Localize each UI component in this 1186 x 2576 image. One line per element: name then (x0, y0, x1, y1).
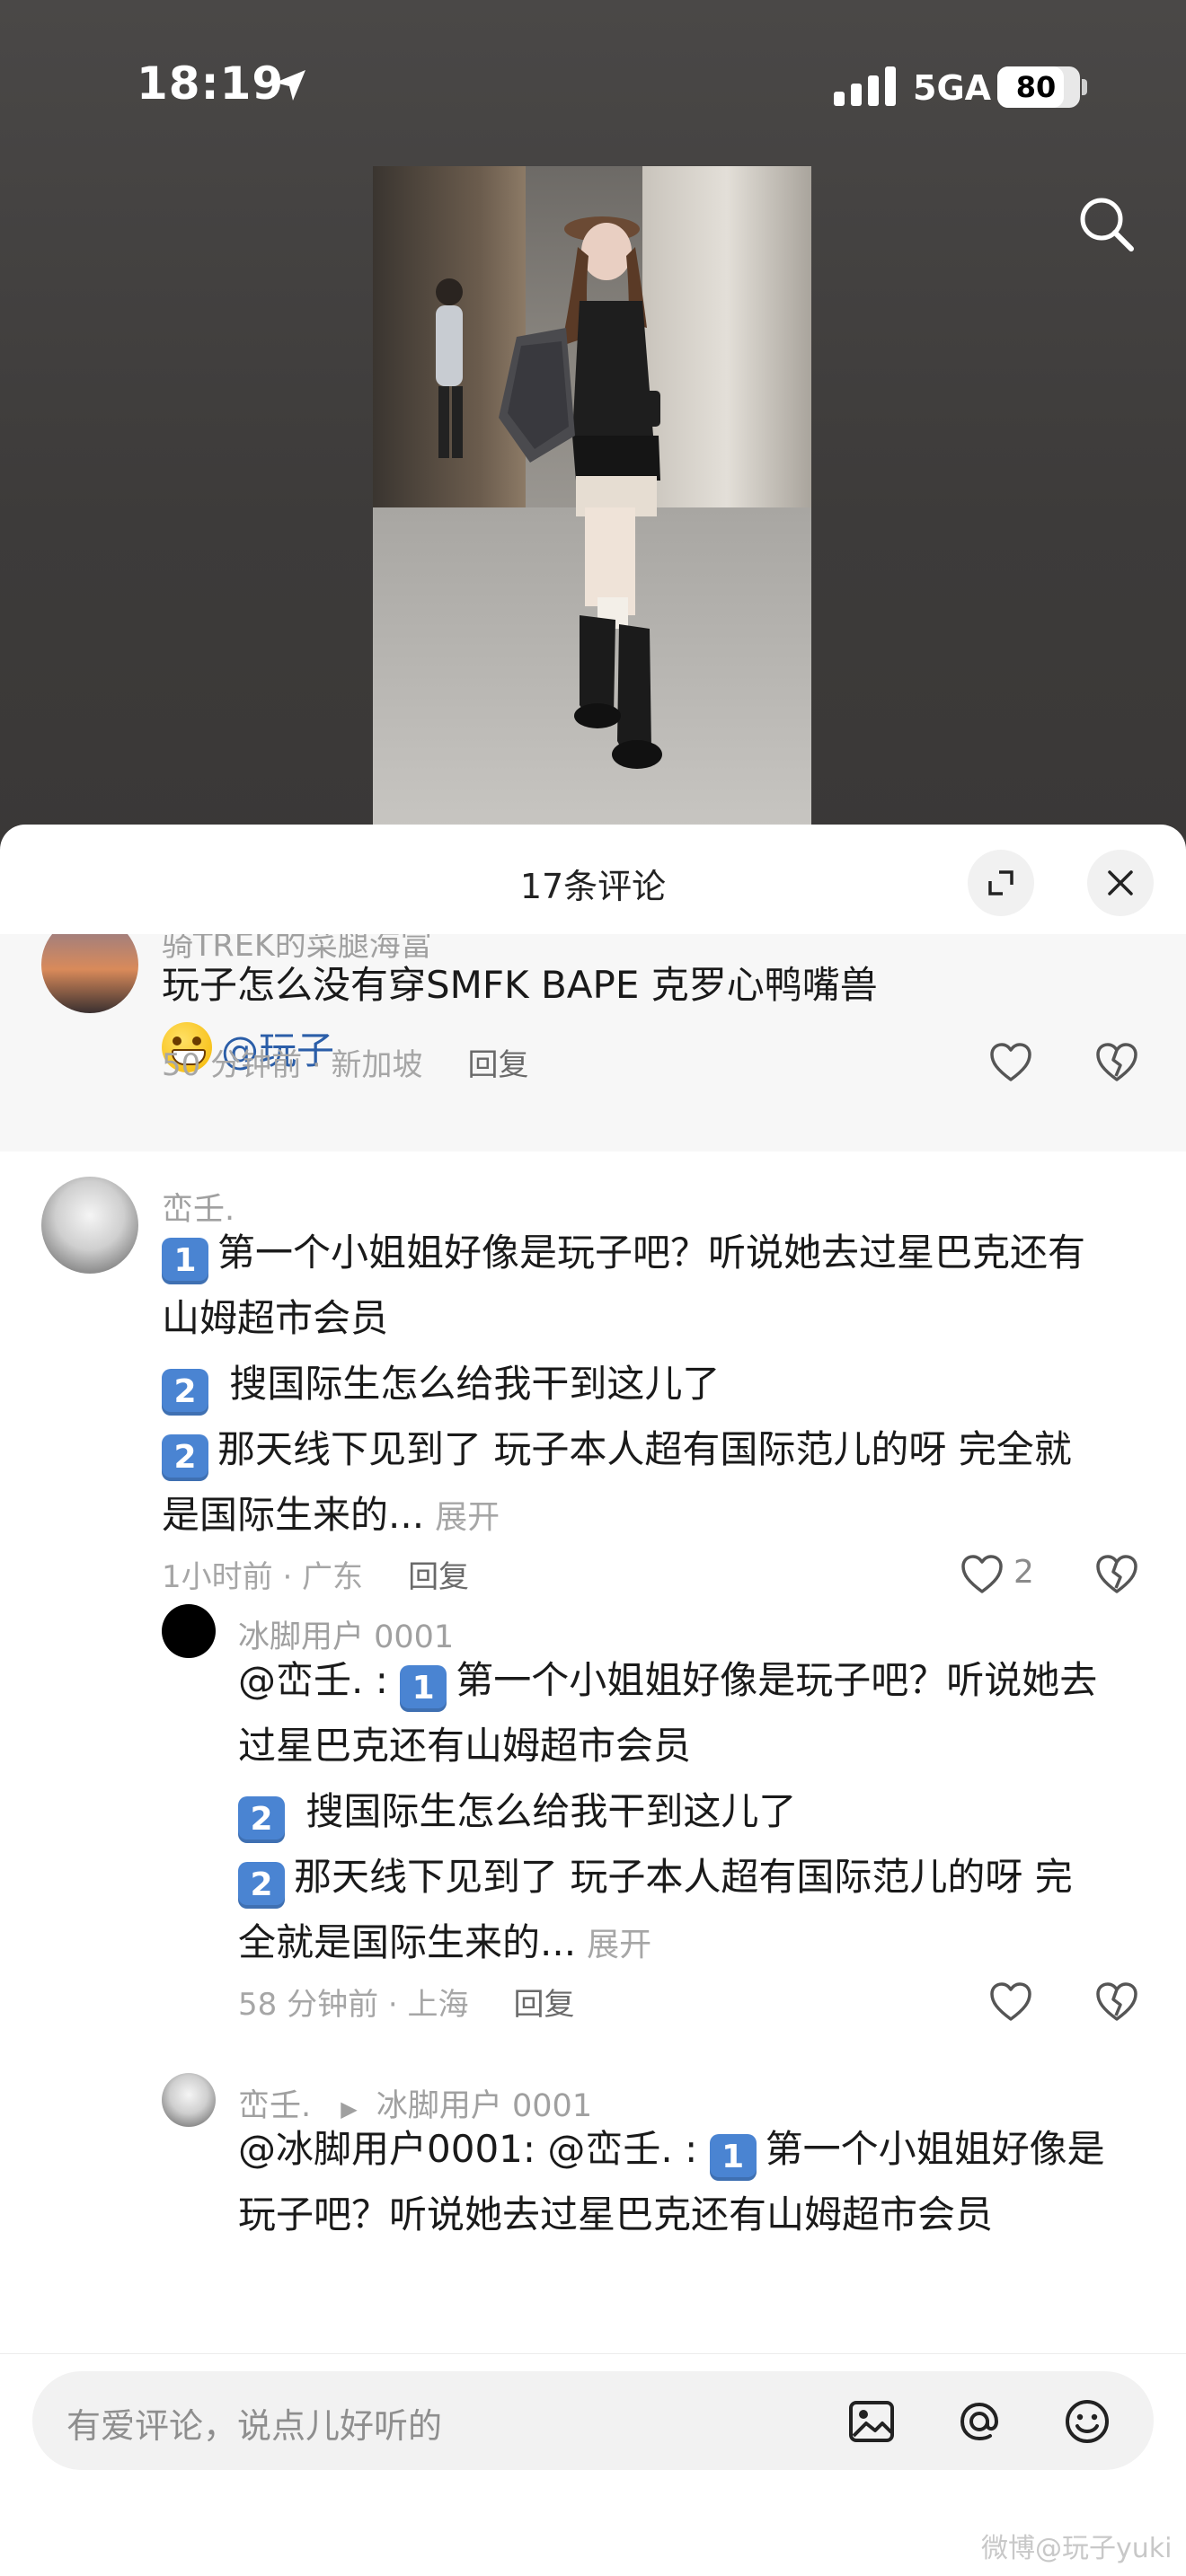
photo-figure (436, 216, 662, 769)
keycap-badge: 1 (400, 1665, 447, 1712)
comment-text: 1 第一个小姐姐好像是玩子吧？听说她去过星巴克还有 山姆超市会员 2 搜国际生怎么… (162, 1220, 1132, 1550)
broken-heart-icon[interactable] (1094, 1552, 1139, 1597)
keycap-badge: 2 (162, 1369, 208, 1416)
avatar[interactable] (162, 2073, 216, 2127)
keycap-badge: 2 (238, 1796, 285, 1843)
comment-meta: 1小时前 · 广东 回复 (162, 1552, 469, 1596)
heart-icon[interactable] (988, 1040, 1033, 1085)
keycap-badge: 2 (162, 1434, 208, 1481)
comment-line: 是国际生来的... 展开 (162, 1482, 1132, 1550)
at-icon[interactable] (954, 2396, 1005, 2447)
comment-line: 1 第一个小姐姐好像是玩子吧？听说她去过星巴克还有 (162, 1220, 1132, 1285)
reply-button[interactable]: 回复 (408, 1559, 469, 1595)
status-time: 18:19 (137, 57, 285, 110)
avatar[interactable] (41, 1177, 138, 1274)
comment-line-text: 第一个小姐姐好像是 (765, 2127, 1105, 2171)
comment-time-location: 1小时前 · 广东 (162, 1559, 364, 1595)
signal-icon (834, 66, 896, 106)
input-divider (0, 2353, 1186, 2354)
comment-line-text: 第一个小姐姐好像是玩子吧？听说她去 (456, 1658, 1098, 1702)
comment-line-text: 那天线下见到了 玩子本人超有国际范儿的呀 完 (294, 1855, 1073, 1899)
avatar[interactable] (162, 1604, 216, 1658)
comment-line: 2 搜国际生怎么给我干到这儿了 (238, 1778, 1146, 1844)
comment-time-location: 58 分钟前 · 上海 (238, 1987, 469, 2023)
like-count: 2 (1013, 1554, 1034, 1591)
comment-line: 全就是国际生来的... 展开 (238, 1910, 1146, 1978)
comment-line: 山姆超市会员 (162, 1296, 389, 1340)
comment-meta: 50 分钟前 · 新加坡 回复 (162, 1040, 529, 1084)
close-sheet-button[interactable] (1087, 850, 1154, 916)
battery-level: 80 (1015, 70, 1057, 104)
battery-indicator: 80 (997, 66, 1080, 108)
sheet-header: 17条评论 (0, 825, 1186, 934)
status-bar: 18:19 5GA 80 (0, 0, 1186, 180)
expand-icon (988, 870, 1013, 895)
comment-input-bar[interactable]: 有爱评论，说点儿好听的 (32, 2371, 1154, 2470)
comment-line-text: 搜国际生怎么给我干到这儿了 (217, 1362, 721, 1406)
comment-list[interactable]: 骑TREK的菜腿海富 玩子怎么没有穿SMFK BAPE 克罗心鸭嘴兽 @玩子 5… (0, 934, 1186, 2280)
location-arrow-icon (275, 70, 305, 101)
comment-line: @冰脚用户0001: @峦壬. : 1 第一个小姐姐好像是 (238, 2116, 1146, 2182)
search-icon[interactable] (1075, 192, 1137, 255)
comment-line: 过星巴克还有山姆超市会员 (238, 1724, 692, 1768)
comment-text: @峦壬. : 1 第一个小姐姐好像是玩子吧？听说她去 过星巴克还有山姆超市会员 2… (238, 1647, 1146, 1978)
comment-line: @峦壬. : 1 第一个小姐姐好像是玩子吧？听说她去 (238, 1647, 1146, 1713)
comments-sheet: 17条评论 骑TREK的菜腿海富 玩子怎么没有穿SMFK BAPE 克罗心鸭嘴兽… (0, 825, 1186, 2576)
watermark: 微博@玩子yuki (981, 2533, 1173, 2564)
post-photo[interactable] (373, 166, 811, 826)
comment-line: 2 搜国际生怎么给我干到这儿了 (162, 1351, 1132, 1416)
comment-line-text: 全就是国际生来的... (238, 1920, 577, 1964)
expand-link[interactable]: 展开 (435, 1499, 500, 1536)
heart-icon[interactable] (960, 1552, 1005, 1597)
comment-line: 玩子吧？听说她去过星巴克还有山姆超市会员 (238, 2192, 994, 2236)
broken-heart-icon[interactable] (1094, 1980, 1139, 2025)
keycap-badge: 2 (238, 1862, 285, 1909)
comment-meta: 58 分钟前 · 上海 回复 (238, 1980, 575, 2024)
broken-heart-icon[interactable] (1094, 1040, 1139, 1085)
keycap-badge: 1 (162, 1238, 208, 1284)
comment-line: 2 那天线下见到了 玩子本人超有国际范儿的呀 完 (238, 1844, 1146, 1910)
expand-link[interactable]: 展开 (587, 1927, 651, 1963)
keycap-badge: 1 (709, 2134, 757, 2181)
comment-line-text: 是国际生来的... (162, 1493, 425, 1537)
reply-prefix: @峦壬. : (238, 1658, 401, 1702)
comment-line-text: 搜国际生怎么给我干到这儿了 (294, 1789, 797, 1833)
comment-line-text: 第一个小姐姐好像是玩子吧？听说她去过星巴克还有 (217, 1231, 1086, 1275)
comment-time-location: 50 分钟前 · 新加坡 (162, 1047, 423, 1083)
reply-button[interactable]: 回复 (514, 1987, 575, 2023)
comment-line-text: 那天线下见到了 玩子本人超有国际范儿的呀 完全就 (217, 1427, 1072, 1471)
expand-sheet-button[interactable] (968, 850, 1034, 916)
image-icon[interactable] (846, 2396, 897, 2447)
reply-prefix: @冰脚用户0001: @峦壬. : (238, 2127, 710, 2171)
comment-line: 玩子怎么没有穿SMFK BAPE 克罗心鸭嘴兽 (162, 963, 878, 1007)
comment-line: 2 那天线下见到了 玩子本人超有国际范儿的呀 完全就 (162, 1416, 1132, 1482)
comment-text: @冰脚用户0001: @峦壬. : 1 第一个小姐姐好像是 玩子吧？听说她去过星巴… (238, 2116, 1146, 2247)
comment-input-placeholder[interactable]: 有爱评论，说点儿好听的 (66, 2398, 442, 2448)
heart-icon[interactable] (988, 1980, 1033, 2025)
battery-tip (1082, 79, 1087, 95)
network-type: 5GA (913, 68, 992, 108)
emoji-icon[interactable] (1062, 2396, 1112, 2447)
close-icon (1108, 870, 1133, 895)
reply-button[interactable]: 回复 (468, 1047, 529, 1083)
